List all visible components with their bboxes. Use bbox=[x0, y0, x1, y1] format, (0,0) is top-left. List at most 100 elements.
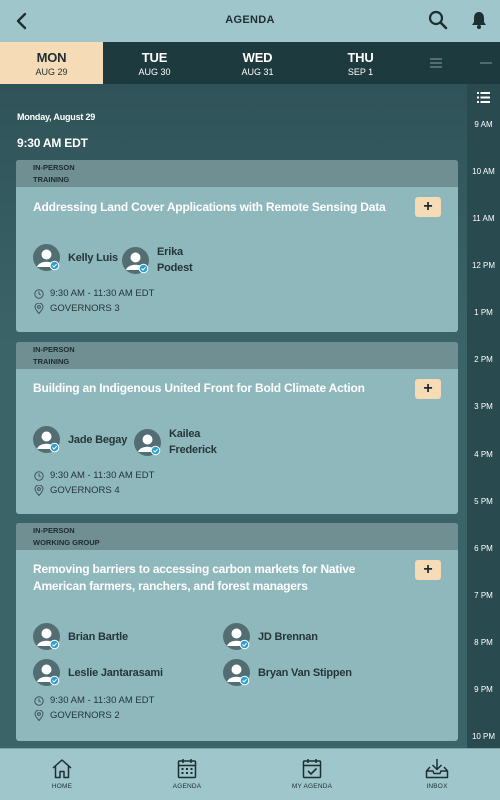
session-type: IN-PERSON bbox=[33, 163, 75, 172]
home-icon bbox=[52, 759, 72, 779]
hour-label[interactable]: 11 AM bbox=[467, 214, 500, 223]
speaker[interactable]: Bryan Van Stippen bbox=[223, 659, 352, 686]
speaker-name: JD Brennan bbox=[258, 630, 318, 643]
location-pin-icon bbox=[34, 485, 44, 496]
speaker-name: Bryan Van Stippen bbox=[258, 666, 352, 679]
speaker[interactable]: Brian Bartle bbox=[33, 623, 128, 650]
list-view-icon[interactable] bbox=[477, 92, 490, 103]
session-title[interactable]: Removing barriers to accessing carbon ma… bbox=[33, 561, 411, 595]
page-title: AGENDA bbox=[225, 14, 275, 26]
speaker[interactable]: Erika Podest bbox=[122, 244, 193, 276]
day-tabs-overflow bbox=[412, 42, 500, 84]
day-tabs: MON AUG 29 TUE AUG 30 WED AUG 31 THU SEP… bbox=[0, 42, 500, 84]
nav-agenda[interactable]: AGENDA bbox=[152, 758, 222, 790]
hour-label[interactable]: 8 PM bbox=[467, 638, 500, 647]
session-title[interactable]: Addressing Land Cover Applications with … bbox=[33, 199, 403, 216]
clock-icon bbox=[34, 470, 44, 481]
speaker[interactable]: Kelly Luis bbox=[33, 244, 118, 271]
avatar-icon bbox=[33, 659, 60, 686]
session-location-text: GOVERNORS 4 bbox=[50, 485, 120, 496]
grid-icon bbox=[430, 58, 442, 68]
hour-label[interactable]: 6 PM bbox=[467, 544, 500, 553]
session-track: WORKING GROUP bbox=[33, 538, 100, 547]
session-time: 9:30 AM - 11:30 AM EDT bbox=[34, 470, 154, 481]
session-type: IN-PERSON bbox=[33, 526, 75, 535]
search-icon[interactable] bbox=[428, 10, 448, 30]
add-to-agenda-button[interactable]: + bbox=[415, 197, 441, 217]
session-title[interactable]: Building an Indigenous United Front for … bbox=[33, 380, 403, 397]
session-type: IN-PERSON bbox=[33, 345, 75, 354]
add-to-agenda-button[interactable]: + bbox=[415, 379, 441, 399]
clock-icon bbox=[34, 695, 44, 706]
session-time: 9:30 AM - 11:30 AM EDT bbox=[34, 288, 154, 299]
location-pin-icon bbox=[34, 710, 44, 721]
inbox-icon bbox=[425, 759, 449, 779]
day-tab-mon[interactable]: MON AUG 29 bbox=[0, 42, 103, 84]
hour-label[interactable]: 7 PM bbox=[467, 591, 500, 600]
nav-inbox[interactable]: INBOX bbox=[402, 758, 472, 790]
hour-label[interactable]: 10 PM bbox=[467, 732, 500, 741]
location-pin-icon bbox=[34, 303, 44, 314]
time-rail[interactable]: 9 AM 10 AM 11 AM 12 PM 1 PM 2 PM 3 PM 4 … bbox=[467, 84, 500, 748]
hour-label[interactable]: 3 PM bbox=[467, 402, 500, 411]
day-date: AUG 31 bbox=[241, 67, 274, 77]
session-category: IN-PERSON TRAINING bbox=[16, 160, 458, 187]
session-track: TRAINING bbox=[33, 357, 70, 366]
bell-icon[interactable] bbox=[469, 10, 489, 30]
day-name: THU bbox=[347, 50, 374, 65]
session-location-text: GOVERNORS 3 bbox=[50, 303, 120, 314]
avatar-icon bbox=[33, 426, 60, 453]
session-card[interactable]: IN-PERSON TRAINING Addressing Land Cover… bbox=[16, 160, 458, 332]
clock-icon bbox=[34, 288, 44, 299]
avatar-icon bbox=[122, 246, 149, 274]
session-time-text: 9:30 AM - 11:30 AM EDT bbox=[50, 288, 155, 299]
avatar-icon bbox=[33, 244, 60, 271]
nav-my-agenda[interactable]: MY AGENDA bbox=[277, 758, 347, 790]
day-name: WED bbox=[242, 50, 273, 65]
speaker-name: Brian Bartle bbox=[68, 630, 128, 643]
nav-home[interactable]: HOME bbox=[27, 758, 97, 790]
day-tab-tue[interactable]: TUE AUG 30 bbox=[103, 42, 206, 84]
nav-label: AGENDA bbox=[172, 783, 202, 790]
speaker[interactable]: Kailea Frederick bbox=[134, 426, 217, 458]
speaker-name: Leslie Jantarasami bbox=[68, 666, 163, 679]
agenda-list[interactable]: Monday, August 29 9:30 AM EDT IN-PERSON … bbox=[0, 84, 467, 748]
day-date: SEP 1 bbox=[347, 67, 374, 77]
avatar-icon bbox=[33, 623, 60, 650]
bottom-nav: HOME AGENDA MY AGENDA INBOX bbox=[0, 748, 500, 800]
hour-label[interactable]: 1 PM bbox=[467, 308, 500, 317]
speaker-name: Erika Podest bbox=[157, 246, 193, 274]
day-date: AUG 30 bbox=[138, 67, 171, 77]
avatar-icon bbox=[134, 428, 161, 456]
hour-label[interactable]: 9 AM bbox=[467, 120, 500, 129]
day-name: MON bbox=[36, 50, 67, 65]
hour-label[interactable]: 10 AM bbox=[467, 167, 500, 176]
session-card[interactable]: IN-PERSON WORKING GROUP Removing barrier… bbox=[16, 523, 458, 741]
hour-label[interactable]: 4 PM bbox=[467, 450, 500, 459]
session-card[interactable]: IN-PERSON TRAINING Building an Indigenou… bbox=[16, 342, 458, 514]
calendar-check-icon bbox=[302, 759, 322, 779]
day-tab-thu[interactable]: THU SEP 1 bbox=[309, 42, 412, 84]
session-location: GOVERNORS 4 bbox=[34, 485, 120, 496]
session-category: IN-PERSON WORKING GROUP bbox=[16, 523, 458, 550]
calendar-icon bbox=[177, 759, 197, 779]
top-bar: AGENDA bbox=[0, 0, 500, 42]
hour-label[interactable]: 2 PM bbox=[467, 355, 500, 364]
speaker[interactable]: Jade Begay bbox=[33, 426, 127, 453]
hour-label[interactable]: 5 PM bbox=[467, 497, 500, 506]
hour-label[interactable]: 9 PM bbox=[467, 685, 500, 694]
time-heading: 9:30 AM EDT bbox=[17, 136, 88, 150]
day-tab-wed[interactable]: WED AUG 31 bbox=[206, 42, 309, 84]
avatar-icon bbox=[223, 623, 250, 650]
date-heading: Monday, August 29 bbox=[17, 112, 96, 122]
nav-label: INBOX bbox=[426, 783, 448, 790]
speaker-name: Kelly Luis bbox=[68, 251, 118, 264]
nav-label: MY AGENDA bbox=[291, 783, 333, 790]
session-category: IN-PERSON TRAINING bbox=[16, 342, 458, 369]
hour-label[interactable]: 12 PM bbox=[467, 261, 500, 270]
speaker[interactable]: Leslie Jantarasami bbox=[33, 659, 163, 686]
session-time-text: 9:30 AM - 11:30 AM EDT bbox=[50, 470, 155, 481]
add-to-agenda-button[interactable]: + bbox=[415, 560, 441, 580]
session-location: GOVERNORS 3 bbox=[34, 303, 120, 314]
speaker[interactable]: JD Brennan bbox=[223, 623, 318, 650]
